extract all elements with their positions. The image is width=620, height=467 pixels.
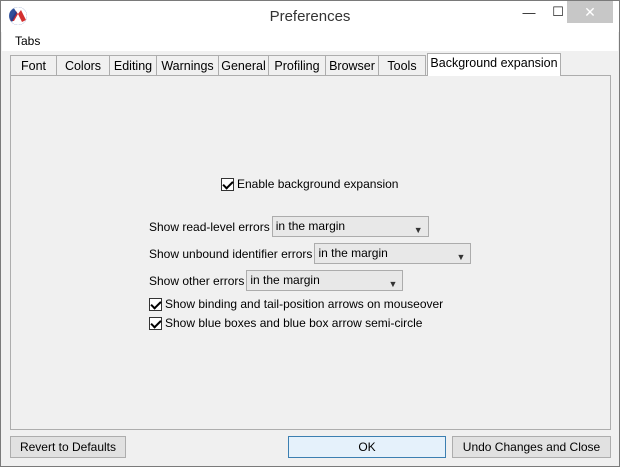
menu-bar: Tabs: [2, 32, 618, 51]
unbound-identifier-errors-select[interactable]: in the margin ▼: [314, 243, 472, 264]
read-level-errors-row: Show read-level errors in the margin ▼: [149, 216, 429, 237]
enable-background-expansion-label: Enable background expansion: [237, 177, 399, 191]
other-errors-value: in the margin: [250, 273, 320, 287]
undo-changes-and-close-button[interactable]: Undo Changes and Close: [452, 436, 611, 458]
other-errors-select[interactable]: in the margin ▼: [246, 270, 404, 291]
tab-font[interactable]: Font: [10, 55, 57, 76]
title-bar: Preferences — ☐ ✕: [1, 1, 619, 32]
binding-arrows-checkbox[interactable]: [149, 297, 162, 311]
tab-colors[interactable]: Colors: [56, 55, 110, 76]
unbound-identifier-errors-row: Show unbound identifier errors in the ma…: [149, 243, 472, 264]
close-button[interactable]: ✕: [567, 1, 613, 23]
binding-arrows-row[interactable]: Show binding and tail-position arrows on…: [149, 297, 443, 311]
read-level-errors-select[interactable]: in the margin ▼: [271, 216, 429, 237]
chevron-down-icon: ▼: [388, 279, 398, 289]
tab-background-expansion[interactable]: Background expansion: [427, 53, 561, 76]
blue-boxes-checkbox[interactable]: [149, 316, 162, 330]
minimize-button[interactable]: —: [515, 1, 543, 23]
preferences-window: Preferences — ☐ ✕ Tabs Font Colors Editi…: [0, 0, 620, 467]
ok-button[interactable]: OK: [288, 436, 446, 458]
other-errors-row: Show other errors in the margin ▼: [149, 270, 404, 291]
other-errors-label: Show other errors: [149, 273, 245, 288]
revert-to-defaults-button[interactable]: Revert to Defaults: [10, 436, 126, 458]
tab-warnings[interactable]: Warnings: [156, 55, 219, 76]
read-level-errors-value: in the margin: [275, 219, 346, 233]
blue-boxes-row[interactable]: Show blue boxes and blue box arrow semi-…: [149, 316, 422, 330]
tab-editing[interactable]: Editing: [109, 55, 157, 76]
unbound-identifier-errors-label: Show unbound identifier errors: [149, 246, 313, 261]
chevron-down-icon: ▼: [413, 225, 423, 235]
tab-tools[interactable]: Tools: [378, 55, 426, 76]
tab-browser[interactable]: Browser: [325, 55, 379, 76]
enable-background-expansion-row[interactable]: Enable background expansion: [221, 177, 398, 191]
binding-arrows-label: Show binding and tail-position arrows on…: [165, 297, 444, 311]
chevron-down-icon: ▼: [456, 252, 466, 262]
unbound-identifier-errors-value: in the margin: [318, 246, 388, 260]
read-level-errors-label: Show read-level errors: [149, 219, 270, 234]
tab-profiling[interactable]: Profiling: [268, 55, 326, 76]
enable-background-expansion-checkbox[interactable]: [221, 177, 234, 191]
tab-general[interactable]: General: [218, 55, 269, 76]
blue-boxes-label: Show blue boxes and blue box arrow semi-…: [165, 316, 423, 330]
menu-tabs[interactable]: Tabs: [15, 34, 40, 48]
